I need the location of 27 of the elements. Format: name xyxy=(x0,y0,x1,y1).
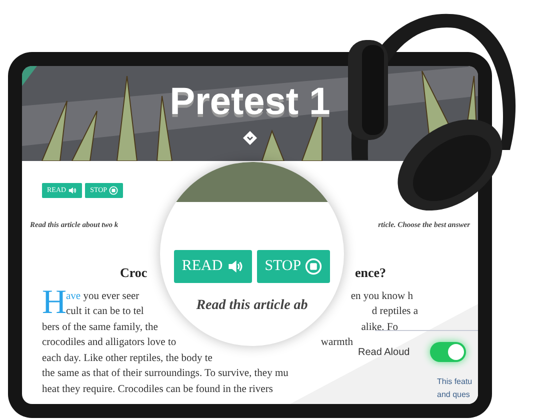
read-button[interactable]: READ xyxy=(174,250,252,283)
stop-icon xyxy=(305,258,322,275)
article-text: alike. Fo xyxy=(361,320,399,335)
toggle-knob xyxy=(448,344,464,360)
article-text: bers of the same family, the xyxy=(42,320,158,335)
article-text: the same as that of their surroundings. To survive, they mu xyxy=(42,367,288,382)
article-text: en you know h xyxy=(350,290,414,304)
article-title: ence? xyxy=(354,264,386,282)
article-title: Croc xyxy=(120,264,148,282)
article-text: ave you ever seer xyxy=(66,290,140,304)
stop-button[interactable]: STOP xyxy=(256,250,330,283)
drop-cap: H xyxy=(42,286,67,320)
stop-icon xyxy=(109,186,118,195)
article-text: cult it can be to tel xyxy=(66,305,144,320)
article-text: warmth xyxy=(320,336,354,350)
article-text: each day. Like other reptiles, the body te xyxy=(42,352,212,366)
description-text: and ques xyxy=(437,389,471,401)
setting-label: Read Aloud xyxy=(358,346,410,360)
speaker-icon xyxy=(226,258,244,275)
article-text: d reptiles a xyxy=(372,305,419,320)
article-text: crocodiles and alligators love to xyxy=(42,336,176,350)
page-title: Pretest 1 xyxy=(170,82,330,120)
magnified-instruction-text: Read this article ab xyxy=(195,297,309,315)
chevron-down-icon[interactable] xyxy=(243,130,257,144)
speaker-icon xyxy=(68,186,78,195)
description-text: This featu xyxy=(437,376,472,388)
article-text: heat they require. Crocodiles can be found in the rivers xyxy=(42,382,273,397)
